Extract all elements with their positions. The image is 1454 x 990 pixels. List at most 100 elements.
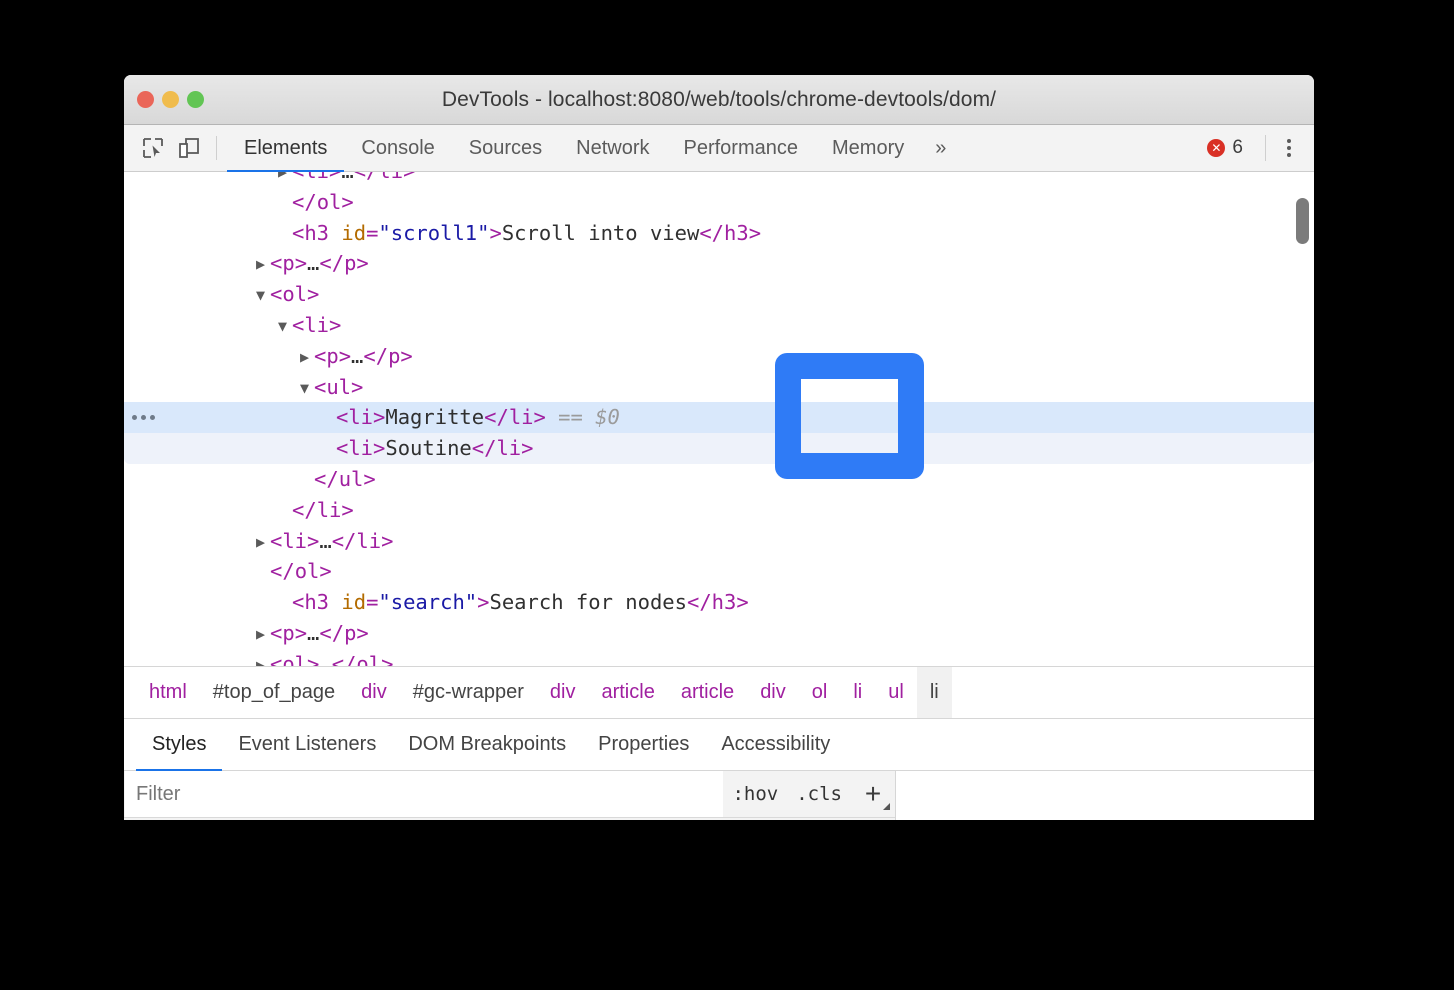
- tab-memory[interactable]: Memory: [815, 125, 921, 172]
- dom-token-tag: p: [282, 621, 294, 645]
- dom-tree-row[interactable]: </ul>: [124, 464, 1314, 495]
- minimize-window-button[interactable]: [162, 91, 179, 108]
- dom-token-punc: >: [521, 436, 533, 460]
- tab-performance[interactable]: Performance: [667, 125, 816, 172]
- breadcrumb-item-ol[interactable]: ol: [799, 666, 841, 719]
- styles-pane: :hov .cls +: [124, 771, 1314, 820]
- kebab-menu-icon[interactable]: [1276, 133, 1302, 163]
- tab-elements[interactable]: Elements: [227, 125, 344, 172]
- dom-token-punc: >: [477, 590, 489, 614]
- dom-tree-row[interactable]: </li>: [124, 495, 1314, 526]
- breadcrumb-item-topofpage[interactable]: #top_of_page: [200, 666, 348, 719]
- dom-token-punc: <: [270, 529, 282, 553]
- chevron-down-icon[interactable]: ▼: [256, 280, 270, 311]
- breadcrumb-item-html[interactable]: html: [136, 666, 200, 719]
- chevron-right-icon[interactable]: ▶: [256, 650, 270, 666]
- tab-properties[interactable]: Properties: [582, 719, 705, 771]
- dom-tree-row[interactable]: ▶<p>…</p>: [124, 618, 1314, 649]
- window-title: DevTools - localhost:8080/web/tools/chro…: [442, 88, 996, 112]
- dom-token-punc: >: [319, 559, 331, 583]
- new-style-rule-button[interactable]: +: [851, 771, 895, 817]
- dom-token-punc: >: [749, 221, 761, 245]
- chevron-right-icon[interactable]: ▶: [256, 249, 270, 280]
- breadcrumb-item-div[interactable]: div: [747, 666, 799, 719]
- dom-token-txt: Soutine: [385, 436, 471, 460]
- close-window-button[interactable]: [137, 91, 154, 108]
- chevron-right-icon[interactable]: ▶: [278, 172, 292, 188]
- dom-token-punc: >: [356, 251, 368, 275]
- tab-sources[interactable]: Sources: [452, 125, 559, 172]
- dom-token-punc: >: [403, 172, 415, 183]
- tab-styles[interactable]: Styles: [136, 719, 222, 771]
- breadcrumb-item-div[interactable]: div: [537, 666, 589, 719]
- dom-token-tag: ol: [356, 652, 381, 666]
- breadcrumb-item-div[interactable]: div: [348, 666, 400, 719]
- toolbar-divider-right: [1265, 135, 1266, 161]
- dom-tree-row[interactable]: <li>Magritte</li> == $0: [124, 402, 1314, 433]
- dom-tree-pane[interactable]: ▶<li>…</li> </ol> <h3 id="scroll1">Scrol…: [124, 172, 1314, 666]
- chevron-down-icon[interactable]: ▼: [278, 311, 292, 342]
- chevron-right-icon[interactable]: ▶: [256, 527, 270, 558]
- dom-tree-row[interactable]: <h3 id="scroll1">Scroll into view</h3>: [124, 218, 1314, 249]
- dom-tree-row[interactable]: <li>Soutine</li>: [124, 433, 1314, 464]
- chevron-right-icon[interactable]: ▶: [300, 342, 314, 373]
- maximize-window-button[interactable]: [187, 91, 204, 108]
- dom-tree-row[interactable]: ▶<li>…</li>: [124, 526, 1314, 557]
- dom-token-tag: li: [356, 529, 381, 553]
- dom-tree-row[interactable]: ▶<li>…</li>: [124, 172, 1314, 187]
- tab-event-listeners[interactable]: Event Listeners: [222, 719, 392, 771]
- breadcrumb-item-article[interactable]: article: [668, 666, 747, 719]
- dom-tree-row[interactable]: ▼<ol>: [124, 279, 1314, 310]
- dom-token-tag: p: [326, 344, 338, 368]
- dom-token-tag: li: [304, 172, 329, 183]
- dom-token-tag: li: [348, 436, 373, 460]
- dom-token-tag: p: [388, 344, 400, 368]
- dom-token-tag: li: [496, 436, 521, 460]
- twisty-spacer: [300, 465, 314, 496]
- dom-tree-row[interactable]: ▼<li>: [124, 310, 1314, 341]
- device-toolbar-icon[interactable]: [172, 131, 206, 165]
- dom-tree-scrollbar[interactable]: [1296, 198, 1309, 244]
- error-badge[interactable]: ✕ 6: [1205, 137, 1255, 159]
- dom-tree-row[interactable]: <h3 id="search">Search for nodes</h3>: [124, 587, 1314, 618]
- dom-token-punc: >: [400, 344, 412, 368]
- chevron-down-icon[interactable]: ▼: [300, 373, 314, 404]
- context-dots-icon[interactable]: [132, 402, 155, 433]
- breadcrumb-item-gc-wrapper[interactable]: #gc-wrapper: [400, 666, 537, 719]
- dom-token-ellip: …: [341, 172, 353, 183]
- dom-token-punc: </: [472, 436, 497, 460]
- dom-token-punc: >: [339, 344, 351, 368]
- dom-token-tag: ol: [295, 559, 320, 583]
- tab-dom-breakpoints[interactable]: DOM Breakpoints: [392, 719, 582, 771]
- tab-accessibility[interactable]: Accessibility: [705, 719, 846, 771]
- dom-tree-row[interactable]: ▼<ul>: [124, 372, 1314, 403]
- hov-toggle-button[interactable]: :hov: [723, 771, 787, 817]
- chevron-right-icon[interactable]: ▶: [256, 619, 270, 650]
- breadcrumb-item-ul[interactable]: ul: [875, 666, 917, 719]
- dom-token-tag: li: [378, 172, 403, 183]
- devtools-toolbar: Elements Console Sources Network Perform…: [124, 125, 1314, 172]
- dom-tree-row[interactable]: ▶<p>…</p>: [124, 248, 1314, 279]
- window-traffic-lights: [137, 75, 204, 124]
- dom-tree-row[interactable]: </ol>: [124, 556, 1314, 587]
- styles-filter-input[interactable]: [125, 771, 723, 817]
- dom-token-dollar: $0: [595, 405, 620, 429]
- dom-token-tag: li: [317, 498, 342, 522]
- tab-network[interactable]: Network: [559, 125, 666, 172]
- dom-tree-row[interactable]: </ol>: [124, 187, 1314, 218]
- breadcrumb-item-article[interactable]: article: [588, 666, 667, 719]
- dom-token-punc: <: [292, 172, 304, 183]
- dom-token-punc: >: [351, 375, 363, 399]
- breadcrumb-item-li[interactable]: li: [917, 666, 952, 719]
- breadcrumb-item-li[interactable]: li: [840, 666, 875, 719]
- dom-token-punc: <: [270, 282, 282, 306]
- dom-token-ellip: …: [307, 621, 319, 645]
- cls-toggle-button[interactable]: .cls: [787, 771, 851, 817]
- dom-tree-row[interactable]: ▶<ol>…</ol>: [124, 649, 1314, 666]
- tab-console[interactable]: Console: [344, 125, 451, 172]
- dom-tree-row[interactable]: ▶<p>…</p>: [124, 341, 1314, 372]
- dom-token-punc: </: [687, 590, 712, 614]
- more-panels-icon[interactable]: »: [921, 125, 960, 172]
- dom-token-punc: >: [307, 529, 319, 553]
- inspect-element-icon[interactable]: [136, 131, 170, 165]
